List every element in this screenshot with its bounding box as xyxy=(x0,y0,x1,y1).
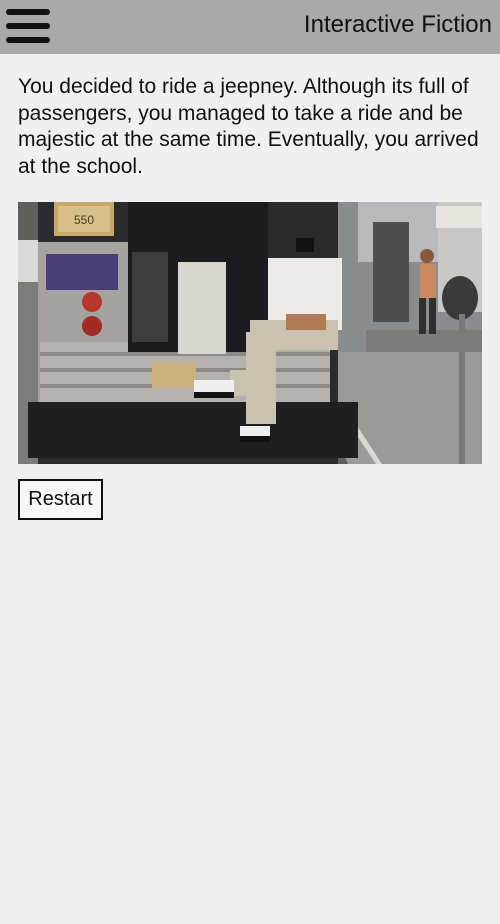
app-title: Interactive Fiction xyxy=(303,11,492,38)
menu-bar-line xyxy=(6,23,50,29)
story-image: 550 xyxy=(18,202,482,464)
app-bar: Interactive Fiction xyxy=(0,0,500,54)
hamburger-menu-icon[interactable] xyxy=(6,9,50,43)
story-text: You decided to ride a jeepney. Although … xyxy=(18,75,479,178)
menu-bar-line xyxy=(6,37,50,43)
menu-bar-line xyxy=(6,9,50,15)
jeepney-sign-text: 550 xyxy=(74,213,94,227)
restart-button[interactable]: Restart xyxy=(18,479,103,520)
